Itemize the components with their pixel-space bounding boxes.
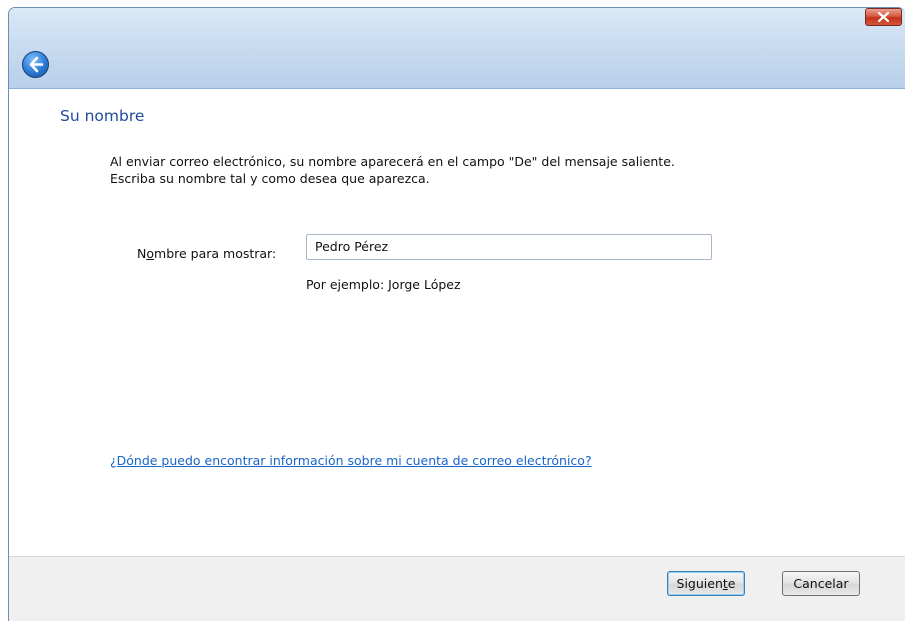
help-link[interactable]: ¿Dónde puedo encontrar información sobre… bbox=[110, 453, 592, 468]
description-line-1: Al enviar correo electrónico, su nombre … bbox=[110, 154, 675, 169]
close-icon bbox=[877, 11, 890, 23]
button-bar bbox=[9, 556, 905, 621]
back-button[interactable] bbox=[22, 51, 49, 78]
cancel-button[interactable]: Cancelar bbox=[782, 571, 860, 596]
label-mnemonic: o bbox=[146, 246, 155, 261]
page-title: Su nombre bbox=[60, 107, 145, 125]
wizard-window bbox=[8, 7, 905, 621]
title-bar bbox=[9, 8, 905, 89]
description-line-2: Escriba su nombre tal y como desea que a… bbox=[110, 171, 430, 186]
back-arrow-icon bbox=[29, 56, 44, 73]
example-hint: Por ejemplo: Jorge López bbox=[306, 277, 461, 292]
display-name-input[interactable]: Pedro Pérez bbox=[306, 234, 712, 260]
display-name-label: Nombre para mostrar: bbox=[137, 246, 276, 261]
description: Al enviar correo electrónico, su nombre … bbox=[110, 153, 675, 187]
close-button[interactable] bbox=[865, 8, 902, 26]
next-button[interactable]: Siguiente bbox=[667, 571, 745, 596]
label-prefix: N bbox=[137, 246, 147, 261]
next-label-suffix: e bbox=[727, 576, 736, 591]
next-label-prefix: Siguien bbox=[676, 576, 723, 591]
label-suffix: mbre para mostrar: bbox=[154, 246, 277, 261]
